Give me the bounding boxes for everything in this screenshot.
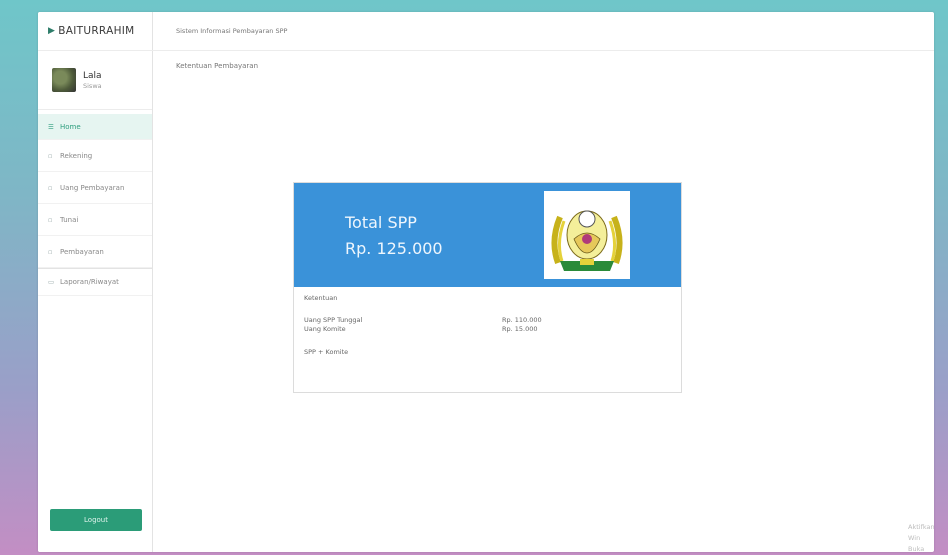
- report-icon: ▭: [48, 278, 55, 286]
- sidebar-item-label: Uang Pembayaran: [60, 183, 125, 192]
- card-header: Total SPP Rp. 125.000: [294, 183, 681, 287]
- school-logo: [544, 191, 630, 279]
- watermark-line: Buka Pengaturan: [908, 545, 925, 552]
- user-role: Siswa: [83, 81, 102, 90]
- fee-value: Rp. 110.000: [502, 316, 542, 324]
- sidebar-item-uang-pembayaran[interactable]: ▫ Uang Pembayaran: [38, 172, 152, 204]
- activation-watermark: Aktifkan Win Buka Pengaturan: [908, 522, 934, 552]
- fee-label: Uang SPP Tunggal: [304, 316, 363, 324]
- card-subtitle: Ketentuan: [304, 294, 338, 302]
- sidebar-item-laporan[interactable]: ▭ Laporan/Riwayat: [38, 268, 152, 296]
- topbar: Sistem Informasi Pembayaran SPP: [152, 12, 934, 51]
- sidebar-item-tunai[interactable]: ▫ Tunai: [38, 204, 152, 236]
- logout-button[interactable]: Logout: [50, 509, 142, 531]
- section-title: Ketentuan Pembayaran: [176, 62, 259, 70]
- fee-row: Uang Komite Rp. 15.000: [304, 325, 671, 334]
- fee-formula: SPP + Komite: [304, 348, 349, 356]
- payment-icon: ▫: [48, 247, 53, 256]
- watermark-line: Aktifkan Win: [908, 523, 934, 542]
- wallet-icon: ▫: [48, 151, 53, 160]
- home-icon: ☰: [48, 122, 54, 131]
- cash-icon: ▫: [48, 215, 53, 224]
- user-name: Lala: [83, 70, 102, 81]
- fee-label: Uang Komite: [304, 325, 346, 333]
- sidebar-item-label: Laporan/Riwayat: [60, 278, 119, 286]
- sidebar-item-home[interactable]: ☰ Home: [38, 114, 152, 140]
- brand-name: BAITURRAHIM: [58, 25, 135, 37]
- sidebar-item-rekening[interactable]: ▫ Rekening: [38, 140, 152, 172]
- sidebar-item-pembayaran[interactable]: ▫ Pembayaran: [38, 236, 152, 268]
- page-header-title: Sistem Informasi Pembayaran SPP: [176, 27, 288, 35]
- card-title: Total SPP: [345, 213, 417, 232]
- sidebar: ▶ BAITURRAHIM Lala Siswa ☰ Home ▫ Rekeni…: [38, 12, 153, 552]
- sidebar-item-label: Pembayaran: [60, 247, 104, 256]
- card-amount: Rp. 125.000: [345, 239, 443, 258]
- sidebar-item-label: Rekening: [60, 151, 93, 160]
- sidebar-item-label: Tunai: [60, 215, 79, 224]
- sidebar-nav: ☰ Home ▫ Rekening ▫ Uang Pembayaran ▫ Tu…: [38, 114, 152, 296]
- app-window: ▶ BAITURRAHIM Lala Siswa ☰ Home ▫ Rekeni…: [38, 12, 934, 552]
- play-icon: ▶: [48, 26, 56, 36]
- fee-list: Uang SPP Tunggal Rp. 110.000 Uang Komite…: [304, 316, 671, 334]
- user-profile: Lala Siswa: [38, 51, 152, 110]
- fee-value: Rp. 15.000: [502, 325, 538, 333]
- money-icon: ▫: [48, 183, 53, 192]
- fee-row: Uang SPP Tunggal Rp. 110.000: [304, 316, 671, 325]
- brand[interactable]: ▶ BAITURRAHIM: [38, 12, 152, 51]
- spp-card: Total SPP Rp. 125.000 Ketentuan Uang SPP…: [293, 182, 682, 393]
- avatar: [52, 68, 76, 92]
- sidebar-item-label: Home: [60, 122, 81, 131]
